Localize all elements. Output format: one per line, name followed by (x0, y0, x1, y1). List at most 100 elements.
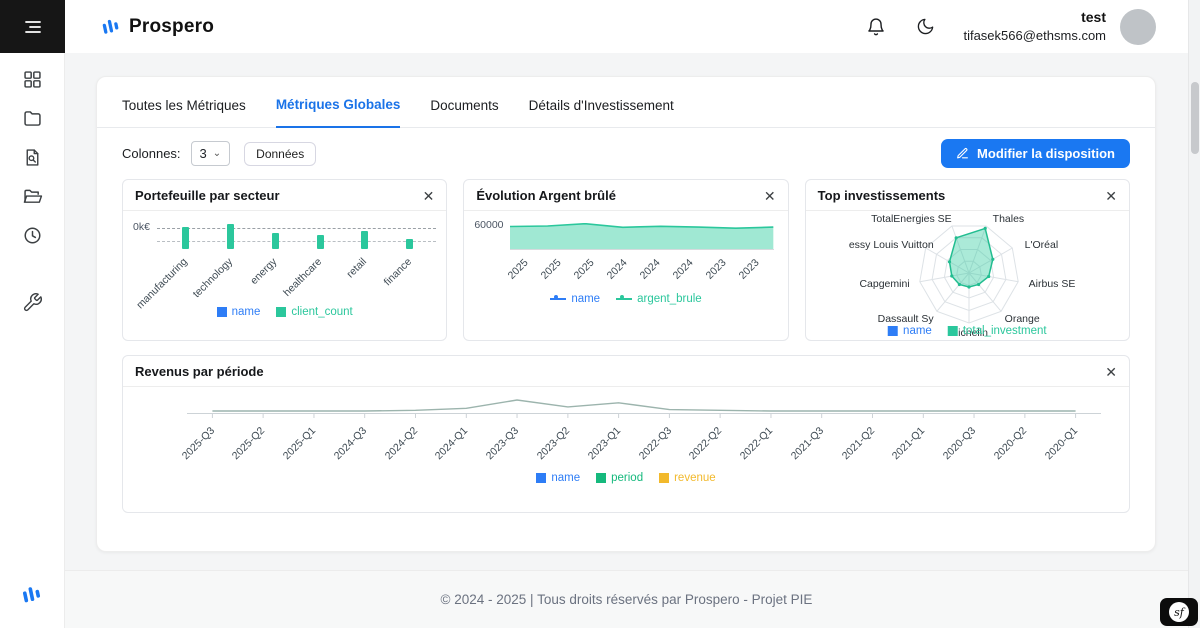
page-scrollbar[interactable] (1188, 0, 1200, 628)
x-axis-label: 2023 (736, 257, 761, 282)
folder-open-icon (22, 186, 43, 207)
legend-item[interactable]: name (550, 293, 600, 305)
widgets-row: Portefeuille par secteur ✕ 0k€ manufactu… (97, 177, 1155, 341)
x-axis-tick: 2022-Q2 (695, 419, 746, 471)
history-clock-icon (22, 225, 43, 246)
legend-item[interactable]: argent_brule (616, 293, 702, 305)
brand[interactable]: Prospero (100, 16, 214, 38)
chart-legend: name total_investment (888, 325, 1047, 337)
radar-web (806, 211, 1130, 340)
radar-axis-label: L'Oréal (1025, 239, 1059, 251)
legend-square-icon (276, 307, 286, 317)
sidebar-item-tools[interactable] (14, 290, 50, 314)
bar (406, 239, 413, 249)
legend-square-icon (217, 307, 227, 317)
x-axis-tick: 2021-Q3 (796, 419, 847, 471)
sidebar-nav (0, 53, 64, 314)
header-actions: test tifasek566@ethsms.com (866, 8, 1156, 44)
legend-square-icon (888, 326, 898, 336)
wrench-icon (22, 292, 43, 313)
x-axis-tick: healthcare (298, 250, 343, 306)
close-widget-button[interactable]: ✕ (423, 189, 435, 203)
legend-item[interactable]: name (888, 325, 932, 337)
columns-label: Colonnes: (122, 146, 181, 161)
x-axis-label: retail (345, 256, 370, 281)
legend-label: revenue (674, 472, 716, 484)
legend-label: argent_brule (637, 293, 702, 305)
user-info: test tifasek566@ethsms.com (963, 8, 1106, 44)
x-axis-tick: 2022-Q3 (644, 419, 695, 471)
x-axis-tick: 2024-Q1 (441, 419, 492, 471)
moon-icon (916, 17, 935, 36)
sidebar-item-folders[interactable] (14, 106, 50, 130)
sidebar-item-open-projects[interactable] (14, 184, 50, 208)
x-axis-tick: finance (387, 250, 432, 306)
x-axis-label: 2024 (638, 257, 663, 282)
x-axis-tick: 2023-Q2 (542, 419, 593, 471)
tab-metriques-globales[interactable]: Métriques Globales (276, 97, 401, 128)
sidebar-item-history[interactable] (14, 223, 50, 247)
pencil-icon (956, 147, 969, 160)
widget-title: Top investissements (818, 188, 946, 203)
close-widget-button[interactable]: ✕ (1105, 189, 1117, 203)
x-axis-tick: 2025-Q1 (289, 419, 340, 471)
edit-layout-button[interactable]: Modifier la disposition (941, 139, 1130, 168)
folder-icon (22, 108, 43, 129)
notifications-button[interactable] (866, 17, 886, 37)
bar (361, 231, 368, 249)
legend-item[interactable]: total_investment (948, 325, 1047, 337)
sidebar-item-document-search[interactable] (14, 145, 50, 169)
legend-item[interactable]: name (536, 472, 580, 484)
tab-toutes-les-metriques[interactable]: Toutes les Métriques (122, 97, 246, 127)
legend-item[interactable]: client_count (276, 306, 352, 318)
close-widget-button[interactable]: ✕ (764, 189, 776, 203)
user-email: tifasek566@ethsms.com (963, 27, 1106, 45)
copyright-text: © 2024 - 2025 | Tous droits réservés par… (441, 592, 813, 607)
symfony-debug-badge[interactable]: sf (1160, 598, 1198, 626)
chart-legend: name argent_brule (464, 293, 787, 305)
x-axis-labels: 2025-Q32025-Q22025-Q12024-Q32024-Q22024-… (187, 419, 1101, 471)
x-axis-tick: 2021-Q1 (898, 419, 949, 471)
legend-item[interactable]: name (217, 306, 261, 318)
bar (182, 227, 189, 249)
x-axis-label: 2023 (704, 257, 729, 282)
tab-details-investissement[interactable]: Détails d'Investissement (529, 97, 674, 127)
bell-icon (866, 17, 886, 37)
radar-axis-label: Dassault Sy (878, 313, 934, 325)
bar-series (163, 223, 432, 249)
x-axis-tick: 2025-Q2 (238, 419, 289, 471)
radar-axis-label: Capgemini (859, 278, 909, 290)
sidebar-item-dashboard[interactable] (14, 67, 50, 91)
main-area: Toutes les Métriques Métriques Globales … (65, 53, 1188, 570)
sidebar-collapse-button[interactable] (0, 0, 65, 53)
x-axis-label: 2025 (506, 257, 531, 282)
tab-documents[interactable]: Documents (430, 97, 498, 127)
avatar[interactable] (1120, 9, 1156, 45)
radar-chart: Thales L'Oréal Airbus SE Orange Michelin… (806, 211, 1129, 340)
x-axis-tick: retail (343, 250, 388, 306)
widget-header: Portefeuille par secteur ✕ (123, 180, 446, 211)
x-axis-label: manufacturing (134, 256, 190, 312)
legend-dot (620, 295, 624, 299)
legend-item[interactable]: period (596, 472, 643, 484)
columns-select-value: 3 (200, 146, 207, 161)
columns-select[interactable]: 3 ⌄ (191, 141, 231, 166)
x-axis-tick: 2021-Q2 (847, 419, 898, 471)
widget-title: Revenus par période (135, 364, 264, 379)
bar-chart-plot: 0k€ (163, 223, 432, 249)
legend-item[interactable]: revenue (659, 472, 716, 484)
donnees-button[interactable]: Données (244, 142, 316, 166)
scrollbar-thumb[interactable] (1191, 82, 1199, 154)
sidebar-brand-logo[interactable] (20, 583, 44, 612)
symfony-icon: sf (1169, 602, 1189, 622)
toolbar: Colonnes: 3 ⌄ Données Modifier la dispos… (97, 128, 1155, 177)
dark-mode-toggle[interactable] (916, 17, 935, 36)
bar (272, 233, 279, 249)
legend-label: client_count (291, 306, 352, 318)
radar-axis-label: essy Louis Vuitton (849, 239, 934, 251)
dashboard-grid-icon (22, 69, 43, 90)
close-widget-button[interactable]: ✕ (1105, 365, 1117, 379)
footer: © 2024 - 2025 | Tous droits réservés par… (65, 570, 1188, 628)
radar-axis-label: Airbus SE (1029, 278, 1076, 290)
legend-square-icon (596, 473, 606, 483)
